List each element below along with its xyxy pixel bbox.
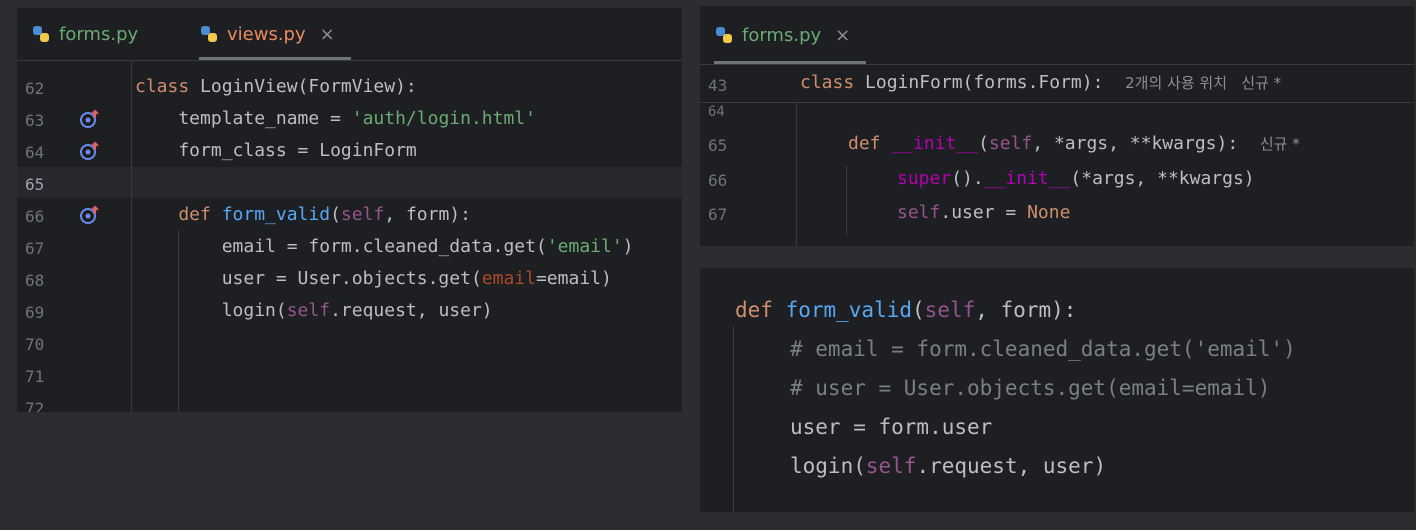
python-icon xyxy=(201,26,217,42)
right-top-editor-panel: forms.py × 43 64 65 66 67 class LoginFor… xyxy=(700,6,1414,246)
overrides-icon[interactable] xyxy=(79,109,101,129)
line-number: 65 xyxy=(25,175,45,194)
gutter-divider xyxy=(796,102,797,246)
tab-forms-py[interactable]: forms.py xyxy=(31,8,138,60)
tab-label: forms.py xyxy=(742,24,822,46)
close-icon[interactable]: × xyxy=(320,24,335,45)
code-line-68: user = User.objects.get(email=email) xyxy=(135,268,612,289)
code-line-66: super().__init__(*args, **kwargs) xyxy=(897,168,1255,189)
code-line-66: def form_valid(self, form): xyxy=(135,204,471,225)
code-line-62: class LoginView(FormView): xyxy=(135,76,417,97)
code-line-2: # email = form.cleaned_data.get('email') xyxy=(790,337,1296,361)
python-icon xyxy=(716,27,732,43)
line-number: 64 xyxy=(708,104,725,120)
code-line-4: user = form.user xyxy=(790,415,993,439)
gutter-divider xyxy=(131,60,132,412)
tab-views-py[interactable]: views.py × xyxy=(199,8,351,60)
line-number: 66 xyxy=(25,207,45,226)
code-line-65: def __init__(self, *args, **kwargs): 신규 … xyxy=(848,133,1300,154)
line-number: 67 xyxy=(708,205,728,224)
line-number: 71 xyxy=(25,367,45,386)
line-number: 43 xyxy=(708,76,728,95)
line-number: 66 xyxy=(708,171,728,190)
left-tab-bar: forms.py views.py × xyxy=(17,8,682,61)
indent-guide xyxy=(733,326,734,512)
tab-forms-py[interactable]: forms.py × xyxy=(714,6,867,64)
line-number: 69 xyxy=(25,303,45,322)
code-line-63: template_name = 'auth/login.html' xyxy=(135,108,536,129)
indent-guide xyxy=(178,230,179,412)
indent-guide xyxy=(846,166,847,236)
sticky-line-separator xyxy=(700,102,1414,103)
line-number: 70 xyxy=(25,335,45,354)
overrides-icon[interactable] xyxy=(79,141,101,161)
left-editor-panel: forms.py views.py × 62 63 64 65 66 67 68… xyxy=(17,8,682,412)
current-line-highlight xyxy=(17,167,682,198)
tab-label: forms.py xyxy=(59,23,139,45)
code-line-69: login(self.request, user) xyxy=(135,300,493,321)
line-number: 64 xyxy=(25,143,45,162)
right-tab-bar: forms.py × xyxy=(700,6,1414,65)
line-number: 62 xyxy=(25,79,45,98)
code-line-1: def form_valid(self, form): xyxy=(735,298,1077,322)
line-number: 67 xyxy=(25,239,45,258)
close-icon[interactable]: × xyxy=(835,25,850,46)
overrides-icon[interactable] xyxy=(79,205,101,225)
line-number: 68 xyxy=(25,271,45,290)
code-line-3: # user = User.objects.get(email=email) xyxy=(790,376,1271,400)
code-line-67: self.user = None xyxy=(897,202,1071,223)
line-number: 65 xyxy=(708,136,728,155)
right-bottom-code-panel: def form_valid(self, form): # email = fo… xyxy=(700,268,1414,512)
tab-label: views.py xyxy=(227,23,306,45)
python-icon xyxy=(33,26,49,42)
code-line-43: class LoginForm(forms.Form): 2개의 사용 위치 신… xyxy=(800,72,1282,93)
line-number: 63 xyxy=(25,111,45,130)
line-number: 72 xyxy=(25,399,45,412)
code-line-5: login(self.request, user) xyxy=(790,454,1107,478)
code-line-67: email = form.cleaned_data.get('email') xyxy=(135,236,634,257)
code-line-64: form_class = LoginForm xyxy=(135,140,417,161)
